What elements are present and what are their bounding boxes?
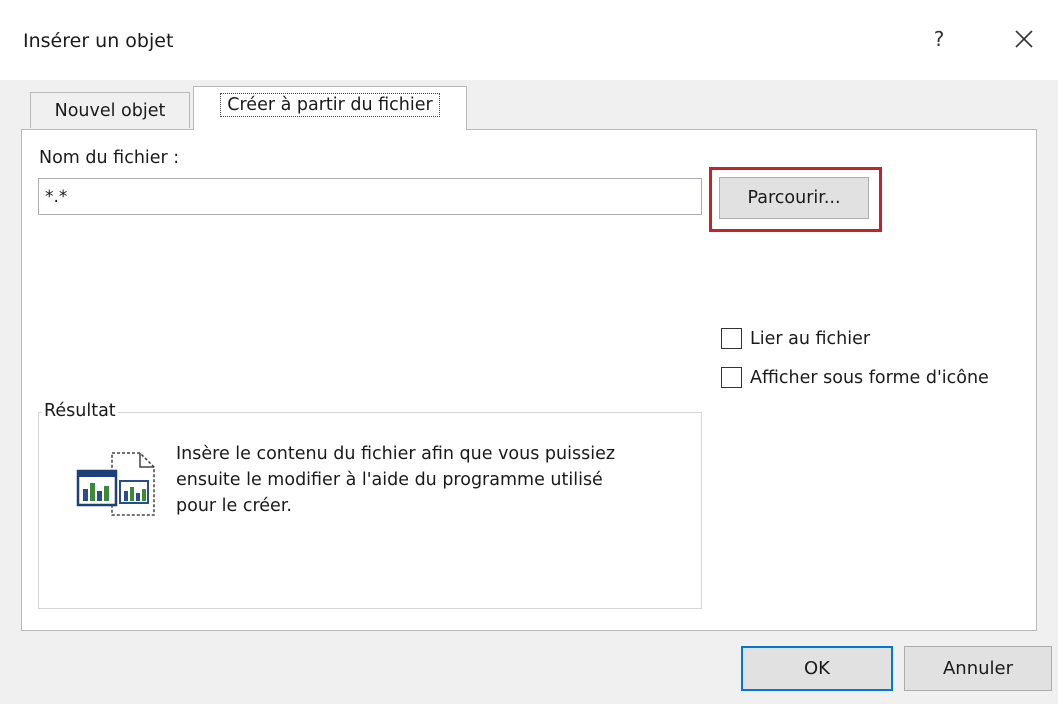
tab-strip: Nouvel objet Créer à partir du fichier: [21, 82, 1037, 130]
browse-button[interactable]: Parcourir...: [719, 177, 869, 219]
display-as-icon-option[interactable]: Afficher sous forme d'icône: [721, 367, 989, 388]
ok-button[interactable]: OK: [741, 646, 893, 691]
cancel-button[interactable]: Annuler: [904, 646, 1052, 691]
close-button[interactable]: [1004, 22, 1044, 56]
result-legend: Résultat: [42, 401, 118, 421]
title-bar: Insérer un objet ?: [0, 0, 1058, 80]
dialog-title: Insérer un objet: [23, 30, 174, 52]
tab-new-object[interactable]: Nouvel objet: [30, 92, 190, 128]
display-as-icon-label: Afficher sous forme d'icône: [750, 367, 989, 388]
insert-object-dialog: Insérer un objet ? Nouvel objet Créer à …: [0, 0, 1058, 704]
embedded-document-icon: [76, 452, 155, 516]
result-description: Insère le contenu du fichier afin que vo…: [176, 444, 616, 516]
display-as-icon-checkbox[interactable]: [721, 367, 742, 388]
tab-create-from-file-label: Créer à partir du fichier: [220, 93, 440, 117]
link-to-file-label: Lier au fichier: [750, 328, 871, 349]
filename-input[interactable]: [38, 178, 702, 215]
tab-create-from-file[interactable]: Créer à partir du fichier: [193, 86, 467, 130]
filename-label: Nom du fichier :: [39, 148, 180, 168]
close-icon: [1015, 30, 1033, 48]
help-button[interactable]: ?: [924, 22, 954, 56]
link-to-file-option[interactable]: Lier au fichier: [721, 328, 870, 349]
link-to-file-checkbox[interactable]: [721, 328, 742, 349]
